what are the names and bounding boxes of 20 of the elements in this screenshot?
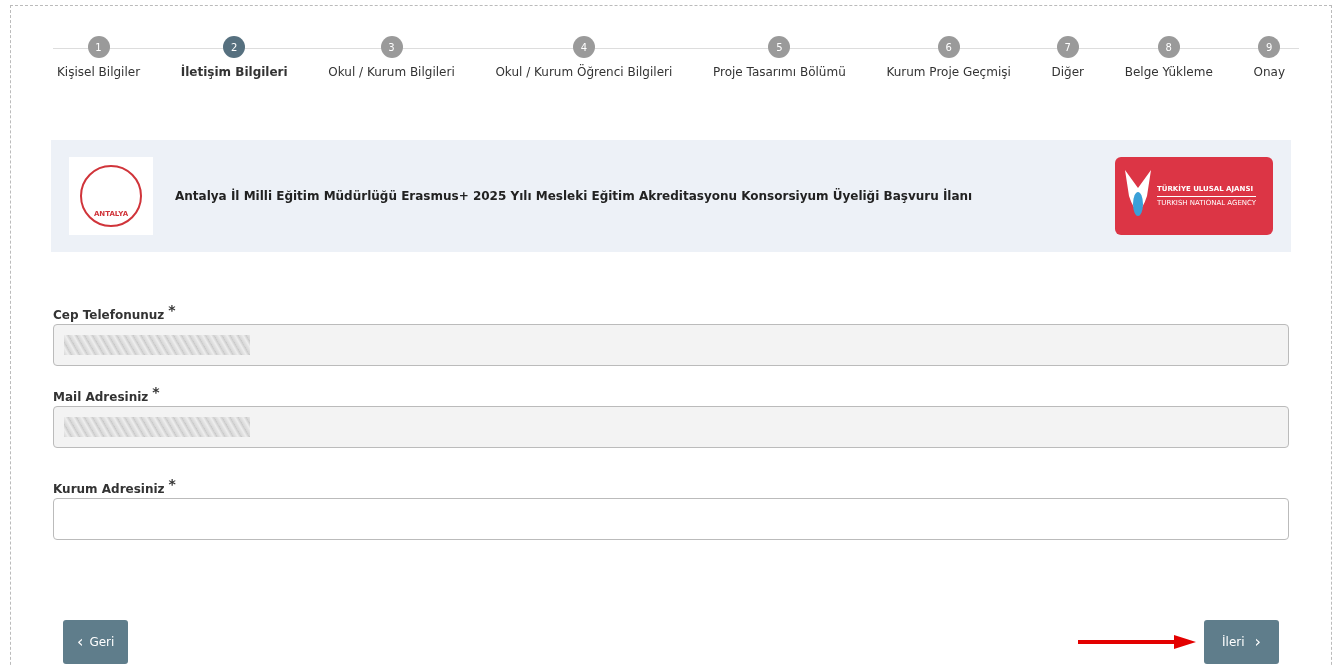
input-field[interactable] bbox=[53, 498, 1289, 540]
required-asterisk: * bbox=[168, 301, 176, 320]
step-label[interactable]: Diğer bbox=[1051, 63, 1085, 81]
banner-title: Antalya İl Milli Eğitim Müdürlüğü Erasmus+ 2025 Yılı Mesleki Eğitim Akreditasyonu Konsorsiyum Üyeliği Başvuru İlanı bbox=[174, 187, 974, 205]
required-asterisk: * bbox=[168, 475, 176, 494]
step-label[interactable]: Okul / Kurum Bilgileri bbox=[328, 63, 455, 81]
field-label: Mail Adresiniz bbox=[53, 389, 149, 406]
step-label[interactable]: Okul / Kurum Öğrenci Bilgileri bbox=[495, 63, 673, 81]
arrow-icon bbox=[1078, 635, 1197, 649]
field-label: Cep Telefonunuz bbox=[53, 307, 165, 324]
step-label[interactable]: Proje Tasarımı Bölümü bbox=[712, 63, 846, 81]
next-button[interactable]: İleri › bbox=[1204, 620, 1279, 664]
required-asterisk: * bbox=[152, 383, 160, 402]
back-button[interactable]: ‹ Geri bbox=[63, 620, 129, 664]
step-label[interactable]: Belge Yükleme bbox=[1124, 63, 1213, 81]
step-label[interactable]: Kişisel Bilgiler bbox=[57, 63, 141, 81]
step-label[interactable]: Onay bbox=[1253, 63, 1285, 81]
field-label: Kurum Adresiniz bbox=[53, 481, 165, 498]
step-label[interactable]: Kurum Proje Geçmişi bbox=[886, 63, 1011, 81]
step-label[interactable]: İletişim Bilgileri bbox=[180, 63, 288, 81]
